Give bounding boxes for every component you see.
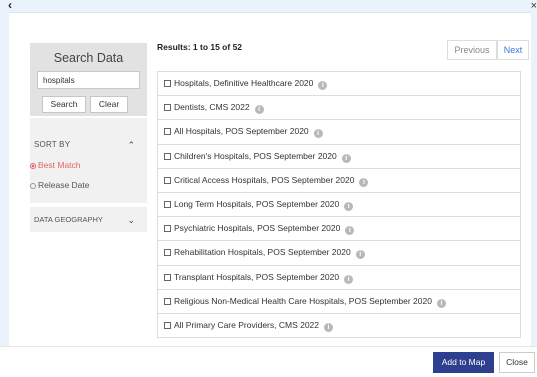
result-label: Rehabilitation Hospitals, POS September … xyxy=(174,247,351,258)
result-label: Dentists, CMS 2022 xyxy=(174,102,250,113)
checkbox[interactable] xyxy=(164,104,171,112)
search-panel-title: Search Data xyxy=(53,51,124,65)
result-row[interactable]: Rehabilitation Hospitals, POS September … xyxy=(157,241,521,266)
info-icon[interactable]: i xyxy=(359,177,369,187)
radio-selected-icon xyxy=(30,162,36,169)
previous-button[interactable]: Previous xyxy=(447,40,497,60)
info-icon[interactable]: i xyxy=(344,274,354,284)
sort-option-release-date[interactable]: Release Date xyxy=(30,180,90,190)
results-list: Hospitals, Definitive Healthcare 2020 i De… xyxy=(157,71,521,347)
checkbox[interactable] xyxy=(164,128,171,136)
add-to-map-button[interactable]: Add to Map xyxy=(433,352,494,373)
checkbox[interactable] xyxy=(164,80,171,87)
next-button[interactable]: Next xyxy=(497,40,529,60)
left-border xyxy=(0,12,9,376)
result-row[interactable]: All Hospitals, POS September 2020 i xyxy=(157,120,521,145)
result-row[interactable]: Transplant Hospitals, POS September 2020… xyxy=(157,265,521,290)
result-label: Religious Non-Medical Health Care Hospit… xyxy=(174,295,432,306)
result-label: All Primary Care Providers, CMS 2022 xyxy=(174,319,320,330)
info-icon[interactable]: i xyxy=(324,322,334,332)
data-geography-section[interactable]: DATA GEOGRAPHY ⌄ xyxy=(30,207,147,232)
search-input[interactable] xyxy=(37,71,140,89)
back-button[interactable]: ‹ xyxy=(4,0,16,12)
checkbox[interactable] xyxy=(164,152,171,160)
chevron-left-icon: ‹ xyxy=(8,0,12,12)
result-label: All Hospitals, POS September 2020 xyxy=(174,126,309,137)
result-row[interactable]: Psychiatric Hospitals, POS September 202… xyxy=(157,217,521,242)
info-icon[interactable]: i xyxy=(355,250,365,260)
result-row[interactable]: All Primary Care Providers, CMS 2022 i xyxy=(157,313,521,339)
data-geography-label: DATA GEOGRAPHY xyxy=(34,215,103,224)
close-button[interactable]: Close xyxy=(499,352,535,373)
search-button[interactable]: Search xyxy=(42,96,86,113)
checkbox[interactable] xyxy=(164,225,171,233)
info-icon[interactable]: i xyxy=(341,153,351,163)
result-row[interactable]: Critical Access Hospitals, POS September… xyxy=(157,168,521,193)
right-border xyxy=(531,12,537,347)
result-label: Children's Hospitals, POS September 2020 xyxy=(174,150,337,161)
top-bar: ‹ × xyxy=(0,0,537,13)
chevron-down-icon: ⌄ xyxy=(127,215,135,225)
sort-by-label: SORT BY xyxy=(34,140,71,149)
info-icon[interactable]: i xyxy=(254,105,264,115)
sort-option-best-match[interactable]: Best Match xyxy=(30,160,81,170)
info-icon[interactable]: i xyxy=(318,81,328,90)
footer-bar: Add to Map Close xyxy=(0,346,537,377)
result-row[interactable]: Children's Hospitals, POS September 2020… xyxy=(157,144,521,169)
result-label: Psychiatric Hospitals, POS September 202… xyxy=(174,223,341,234)
checkbox[interactable] xyxy=(164,249,171,257)
chevron-up-icon[interactable]: ⌃ xyxy=(127,140,135,151)
result-row[interactable]: Hospitals, Definitive Healthcare 2020 i xyxy=(157,72,521,97)
clear-button[interactable]: Clear xyxy=(90,96,128,113)
checkbox[interactable] xyxy=(164,176,171,184)
info-icon[interactable]: i xyxy=(313,129,323,139)
checkbox[interactable] xyxy=(164,297,171,305)
radio-icon xyxy=(30,182,36,189)
result-row[interactable]: Religious Non-Medical Health Care Hospit… xyxy=(157,289,521,314)
info-icon[interactable]: i xyxy=(345,226,355,236)
checkbox[interactable] xyxy=(164,200,171,208)
result-label: Long Term Hospitals, POS September 2020 xyxy=(174,198,340,209)
result-label: Transplant Hospitals, POS September 2020 xyxy=(174,271,340,282)
search-panel: Search Data Search Clear xyxy=(30,43,147,116)
result-label: Hospitals, Definitive Healthcare 2020 xyxy=(174,78,314,88)
info-icon[interactable]: i xyxy=(436,298,446,308)
checkbox[interactable] xyxy=(164,273,171,281)
result-row[interactable]: Long Term Hospitals, POS September 2020 i xyxy=(157,192,521,218)
checkbox[interactable] xyxy=(164,321,171,329)
info-icon[interactable]: i xyxy=(344,201,354,211)
close-icon[interactable]: × xyxy=(531,0,537,12)
result-row[interactable]: Dentists, CMS 2022 i xyxy=(157,96,521,121)
sort-by-section: SORT BY ⌃ Best Match Release Date xyxy=(30,118,147,203)
result-label: Critical Access Hospitals, POS September… xyxy=(174,174,355,185)
results-summary: Results: 1 to 15 of 52 xyxy=(157,42,243,52)
